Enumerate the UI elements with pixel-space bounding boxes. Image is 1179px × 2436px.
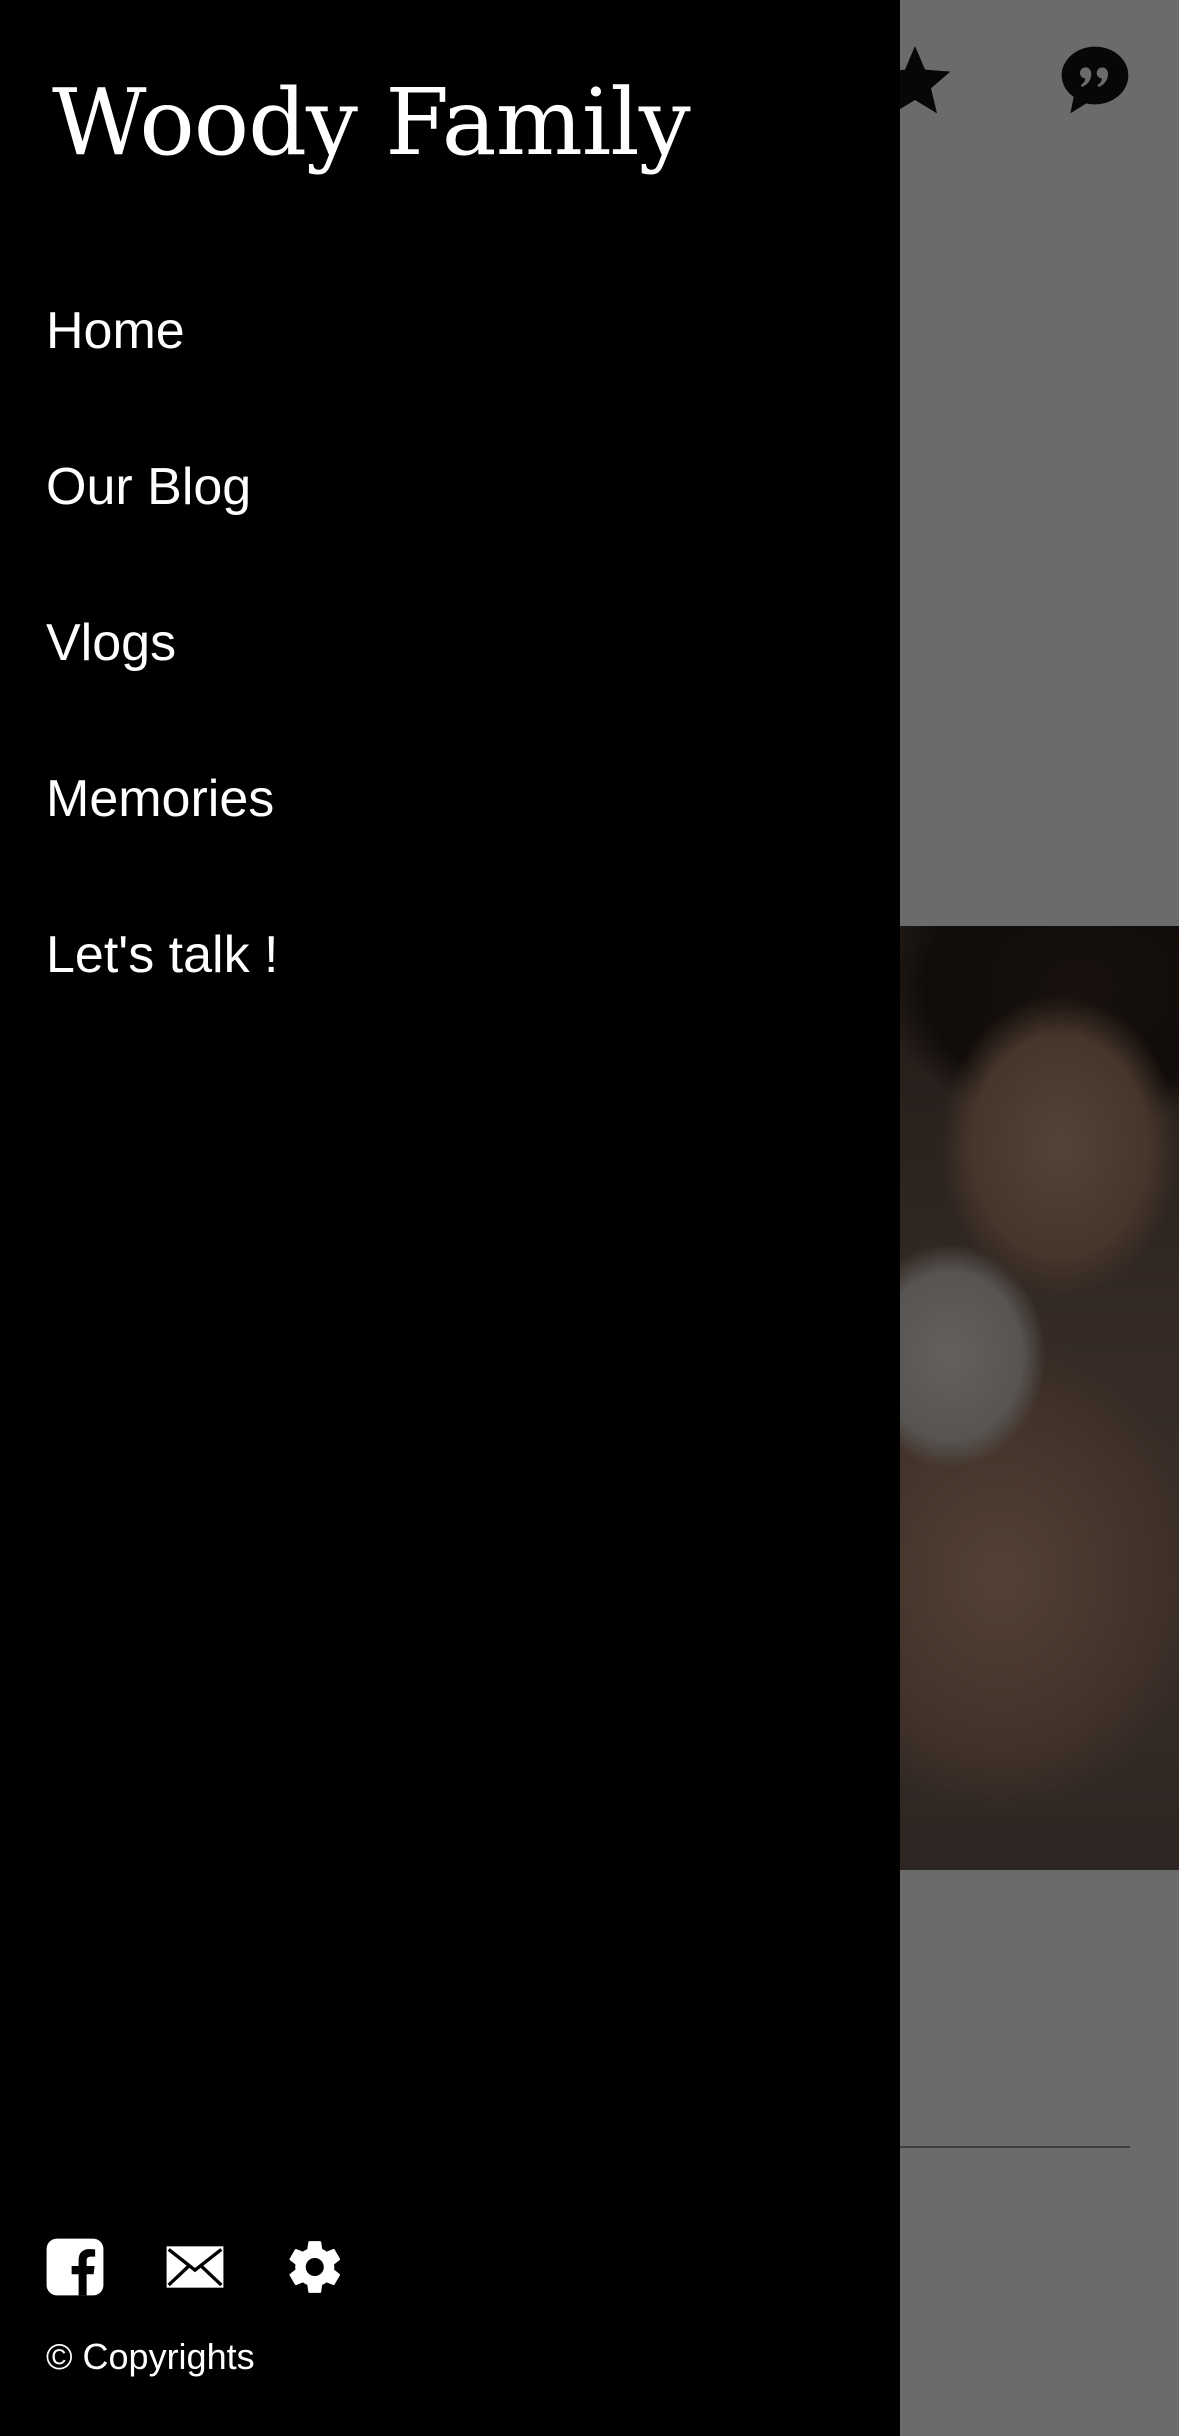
- nav-item-home[interactable]: Home: [46, 290, 866, 446]
- drawer-title: Woody Family: [52, 69, 691, 176]
- nav-item-vlogs[interactable]: Vlogs: [46, 602, 866, 758]
- mail-icon[interactable]: [164, 2236, 226, 2298]
- facebook-icon[interactable]: [44, 2236, 106, 2298]
- drawer-nav-list: Home Our Blog Vlogs Memories Let's talk …: [46, 290, 866, 1070]
- navigation-drawer: Woody Family Home Our Blog Vlogs Memorie…: [0, 0, 900, 2436]
- nav-item-lets-talk[interactable]: Let's talk !: [46, 914, 866, 1070]
- nav-item-memories[interactable]: Memories: [46, 758, 866, 914]
- app-screen: ng house Woody Family Home Our Blog Vlog…: [0, 0, 1179, 2436]
- copyright-text: © Copyrights: [46, 2336, 255, 2377]
- drawer-footer-icons: [44, 2236, 364, 2298]
- gear-icon[interactable]: [284, 2236, 346, 2298]
- nav-item-our-blog[interactable]: Our Blog: [46, 446, 866, 602]
